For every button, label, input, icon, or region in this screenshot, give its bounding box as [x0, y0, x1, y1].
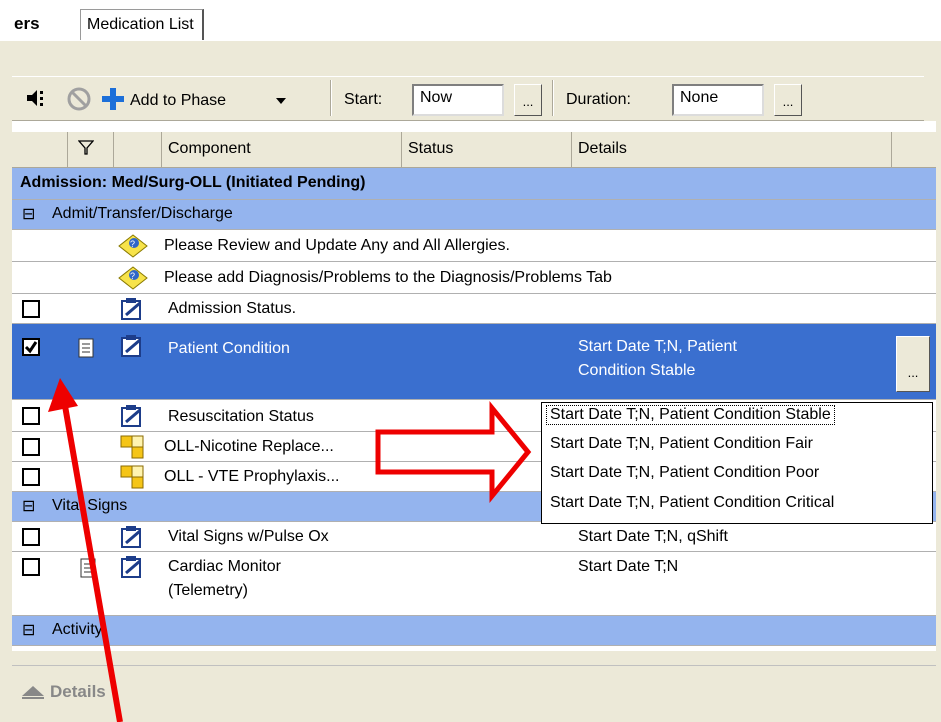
pointer-arrow-annotation — [48, 378, 123, 722]
annotation-arrows — [48, 378, 532, 722]
right-arrow-annotation — [375, 400, 532, 504]
